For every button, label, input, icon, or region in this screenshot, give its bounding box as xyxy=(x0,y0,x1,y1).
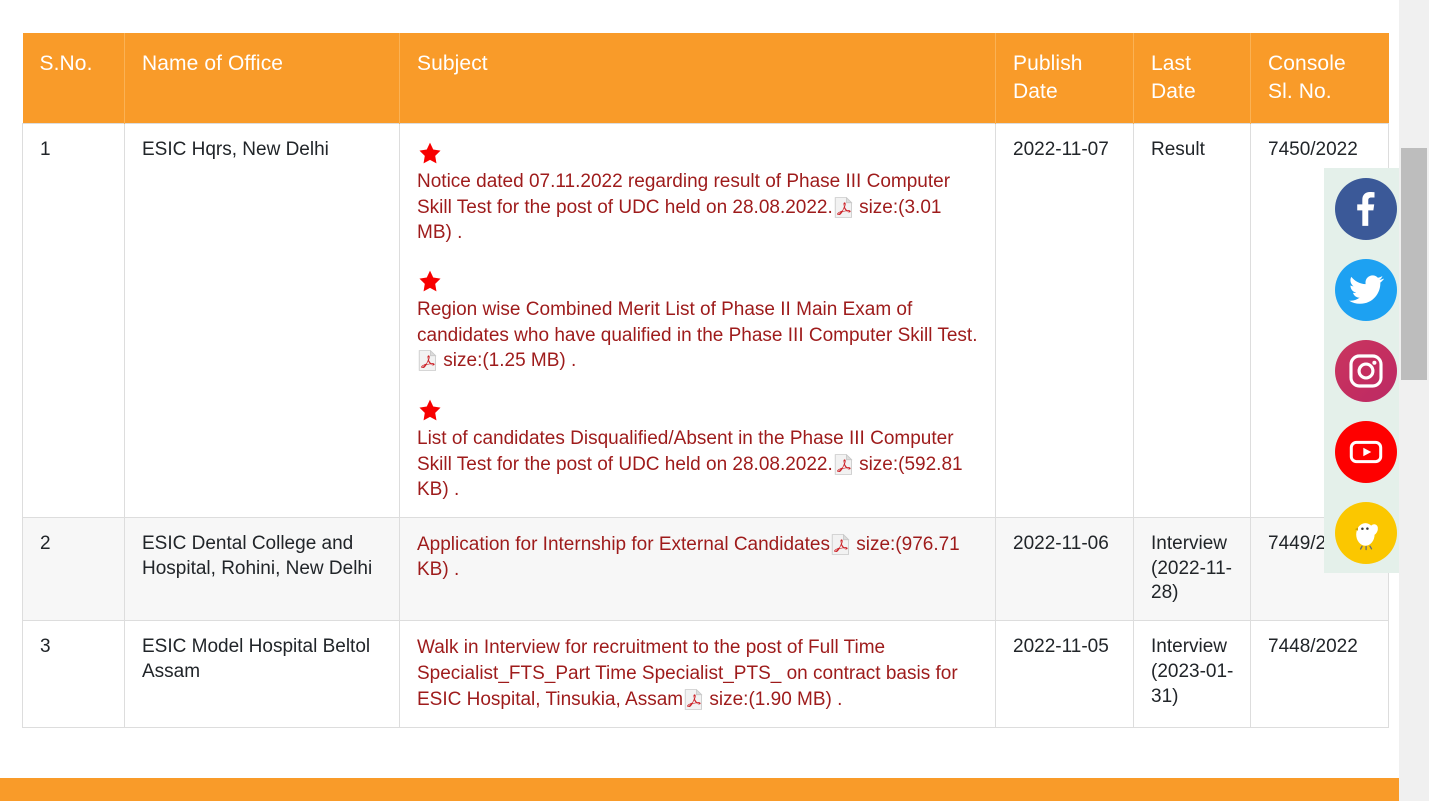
cell-subject: Notice dated 07.11.2022 regarding result… xyxy=(399,122,996,518)
table-row: 3 ESIC Model Hospital Beltol Assam Walk in… xyxy=(22,620,1389,728)
cell-sno: 1 xyxy=(22,122,125,518)
cell-subject: Application for Internship for External … xyxy=(399,516,996,622)
cell-sno: 2 xyxy=(22,516,125,622)
subject-entry: Region wise Combined Merit List of Phase… xyxy=(417,269,981,374)
cell-office-name: ESIC Hqrs, New Delhi xyxy=(124,122,400,518)
subject-link[interactable]: Region wise Combined Merit List of Phase… xyxy=(417,299,977,346)
subject-entry: Notice dated 07.11.2022 regarding result… xyxy=(417,141,981,246)
table-row: 2 ESIC Dental College and Hospital, Rohin… xyxy=(22,516,1389,622)
table-row: 1 ESIC Hqrs, New Delhi Notice dated 07.11.… xyxy=(22,122,1389,518)
subject-entry: Walk in Interview for recruitment to the… xyxy=(417,635,981,713)
red-star-icon xyxy=(417,269,443,294)
social-link-twitter[interactable] xyxy=(1324,249,1408,330)
red-star-icon xyxy=(417,398,443,423)
pdf-icon[interactable] xyxy=(834,196,853,218)
facebook-icon xyxy=(1335,177,1397,240)
file-size-label: size:(1.90 MB) . xyxy=(709,689,843,711)
page-scrollbar-thumb[interactable] xyxy=(1401,148,1427,380)
col-header-sno[interactable]: S.No. xyxy=(22,33,125,124)
table-header-row: S.No. Name of Office Subject Publish Dat… xyxy=(22,33,1389,124)
twitter-icon xyxy=(1335,258,1397,321)
bottom-orange-bar xyxy=(0,778,1399,801)
col-header-subject[interactable]: Subject xyxy=(399,33,996,124)
cell-console-slno: 7448/2022 xyxy=(1250,620,1389,728)
table-body: 1 ESIC Hqrs, New Delhi Notice dated 07.11.… xyxy=(22,122,1389,728)
social-link-instagram[interactable] xyxy=(1324,330,1408,411)
social-link-youtube[interactable] xyxy=(1324,411,1408,492)
cell-publish-date: 2022-11-07 xyxy=(995,122,1134,518)
youtube-icon xyxy=(1335,420,1397,483)
col-header-console-slno[interactable]: Console Sl. No. xyxy=(1250,33,1389,124)
red-star-icon xyxy=(417,141,443,166)
koo-bird-icon xyxy=(1335,501,1397,564)
pdf-icon[interactable] xyxy=(684,689,703,710)
subject-link[interactable]: Application for Internship for External … xyxy=(417,534,830,555)
cell-sno: 3 xyxy=(22,620,125,728)
social-media-rail xyxy=(1324,168,1408,573)
cell-publish-date: 2022-11-05 xyxy=(995,620,1134,728)
subject-entry: List of candidates Disqualified/Absent i… xyxy=(417,398,981,503)
instagram-icon xyxy=(1335,339,1397,402)
col-header-publish-date[interactable]: Publish Date xyxy=(995,33,1134,124)
cell-subject: Walk in Interview for recruitment to the… xyxy=(399,620,996,728)
social-link-koo[interactable] xyxy=(1324,492,1408,573)
cell-last-date: Interview (2022-11-28) xyxy=(1133,516,1251,622)
notices-table: S.No. Name of Office Subject Publish Dat… xyxy=(22,33,1389,728)
page-scrollbar-track[interactable] xyxy=(1399,0,1429,801)
pdf-icon[interactable] xyxy=(418,350,437,372)
pdf-icon[interactable] xyxy=(834,453,853,475)
col-header-office[interactable]: Name of Office xyxy=(124,33,400,124)
pdf-icon[interactable] xyxy=(831,533,850,555)
cell-last-date: Result xyxy=(1133,122,1251,518)
subject-entry: Application for Internship for External … xyxy=(417,532,981,583)
col-header-last-date[interactable]: Last Date xyxy=(1133,33,1251,124)
cell-office-name: ESIC Model Hospital Beltol Assam xyxy=(124,620,400,728)
main-content-area: S.No. Name of Office Subject Publish Dat… xyxy=(0,0,1399,801)
table-header: S.No. Name of Office Subject Publish Dat… xyxy=(22,33,1389,124)
page-root: S.No. Name of Office Subject Publish Dat… xyxy=(0,0,1429,801)
file-size-label: size:(1.25 MB) . xyxy=(443,350,577,372)
cell-publish-date: 2022-11-06 xyxy=(995,516,1134,622)
cell-last-date: Interview (2023-01-31) xyxy=(1133,620,1251,728)
cell-office-name: ESIC Dental College and Hospital, Rohini… xyxy=(124,516,400,622)
social-link-facebook[interactable] xyxy=(1324,168,1408,249)
